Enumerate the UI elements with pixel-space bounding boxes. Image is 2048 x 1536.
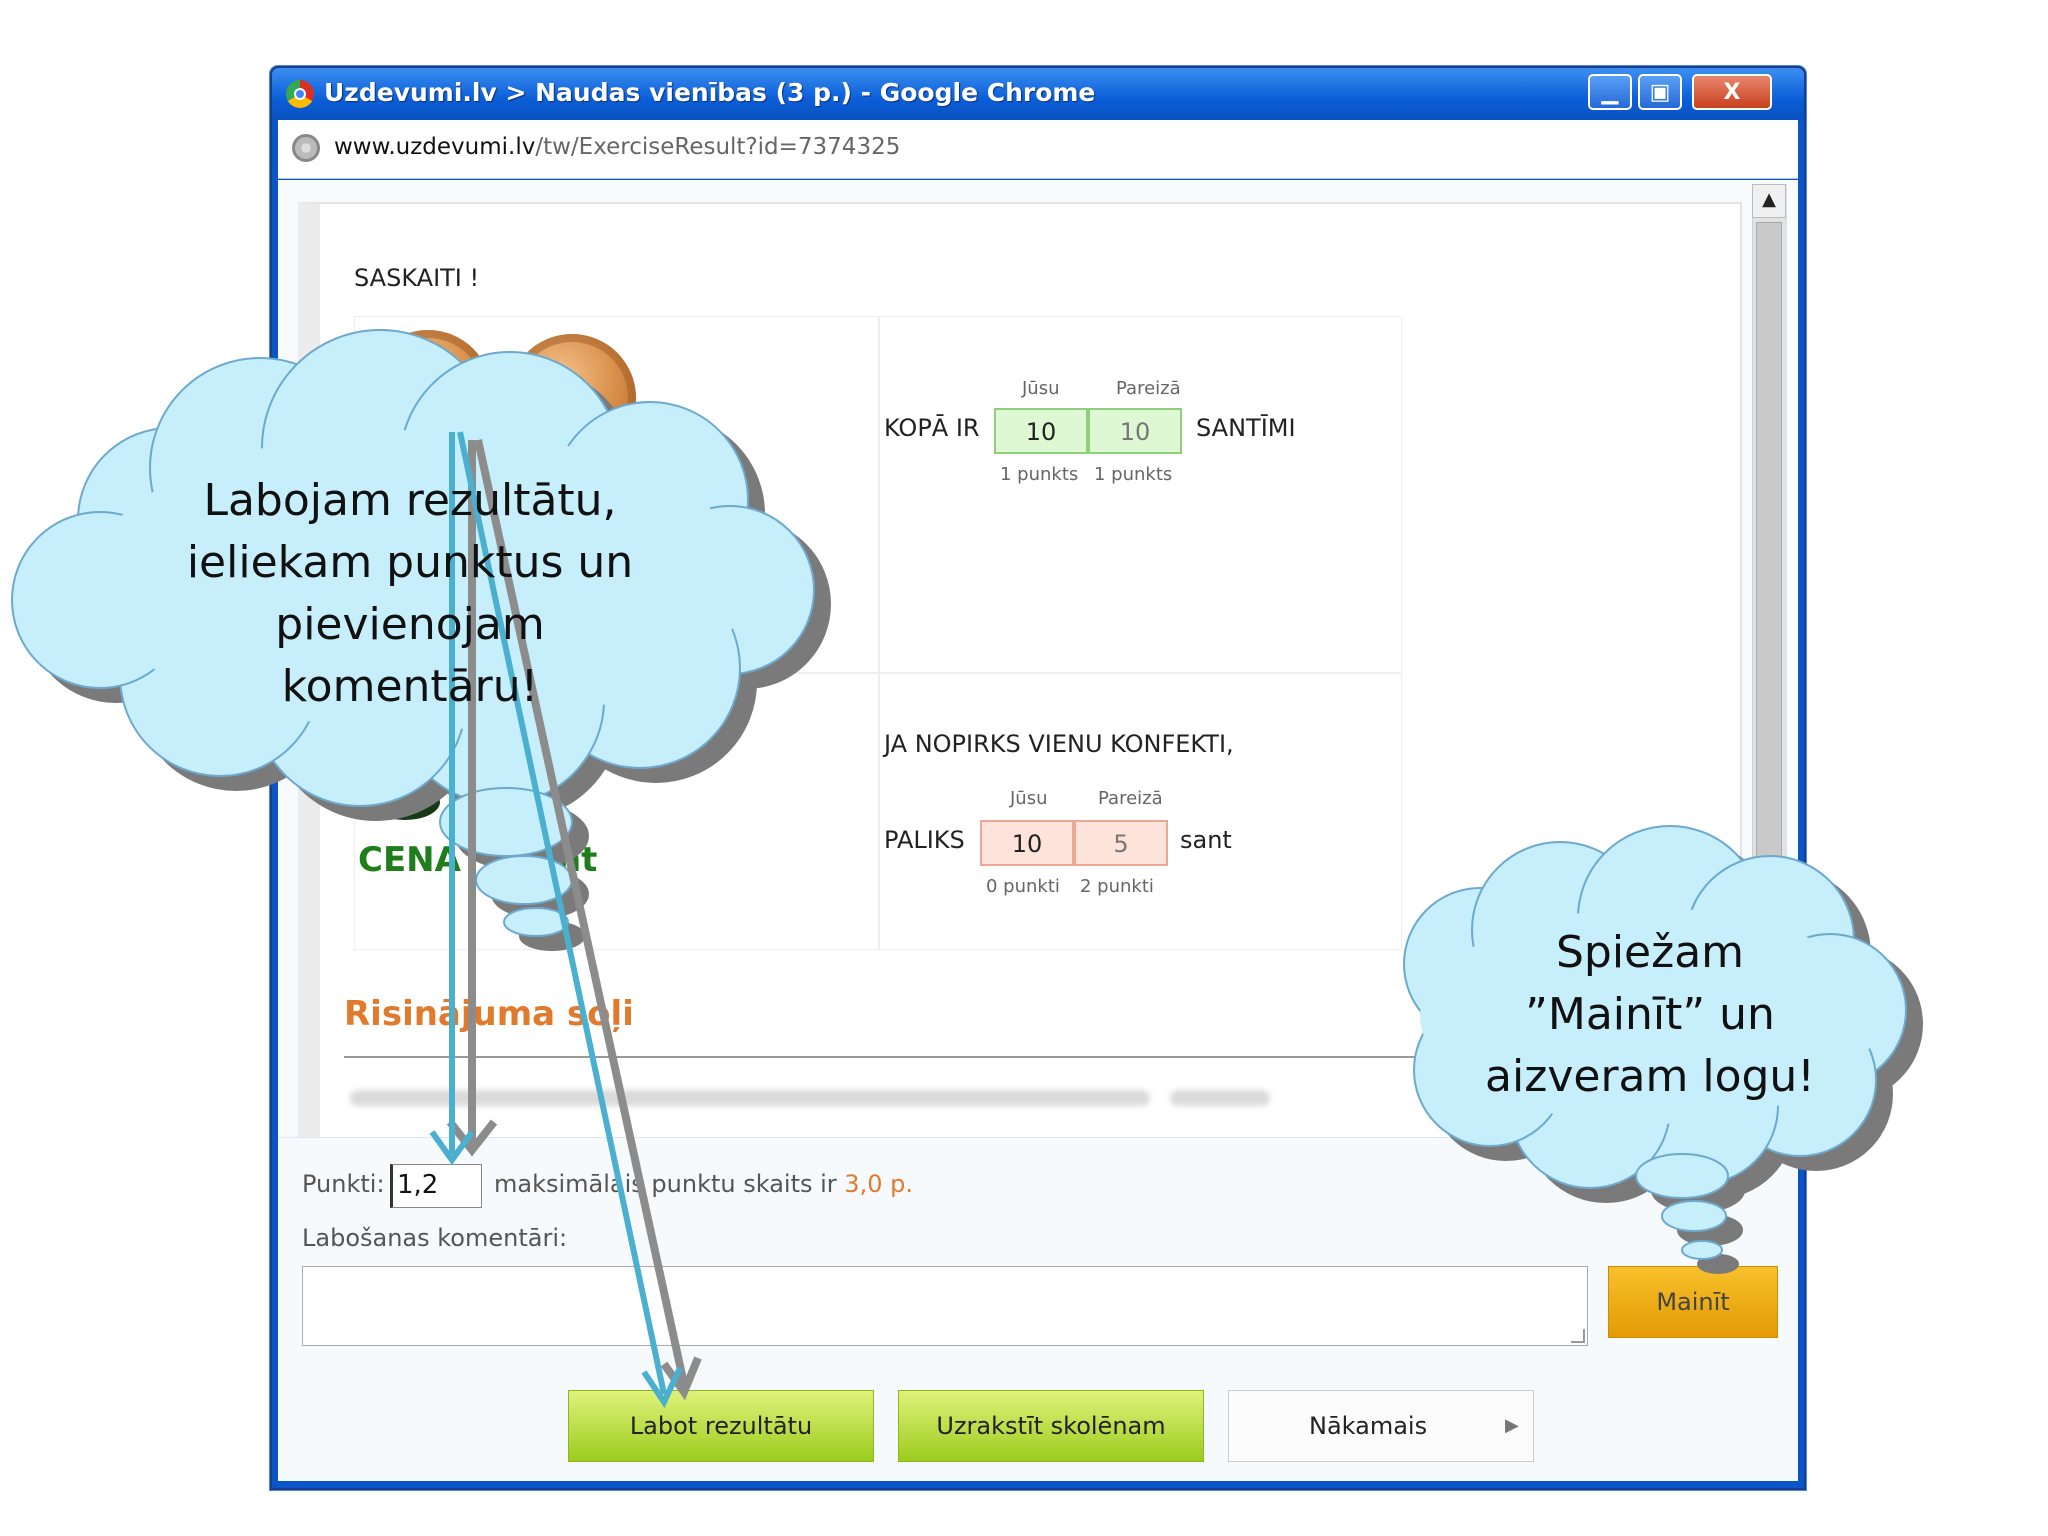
right-callout-line: aizveram logu! xyxy=(1485,1051,1815,1102)
left-callout-line: Labojam rezultātu, xyxy=(203,475,617,526)
right-callout-line: Spiežam xyxy=(1555,927,1745,978)
right-callout-text: Spiežam ”Mainīt” un aizveram logu! xyxy=(1450,922,1850,1108)
left-callout-text: Labojam rezultātu, ieliekam punktus un p… xyxy=(140,470,680,718)
left-callout-line: ieliekam punktus un xyxy=(186,537,634,588)
left-callout-line: pievienojam xyxy=(275,599,545,650)
left-callout-line: komentāru! xyxy=(281,661,539,712)
annotation-overlay xyxy=(11,329,1907,1409)
right-callout-line: ”Mainīt” un xyxy=(1525,989,1775,1040)
